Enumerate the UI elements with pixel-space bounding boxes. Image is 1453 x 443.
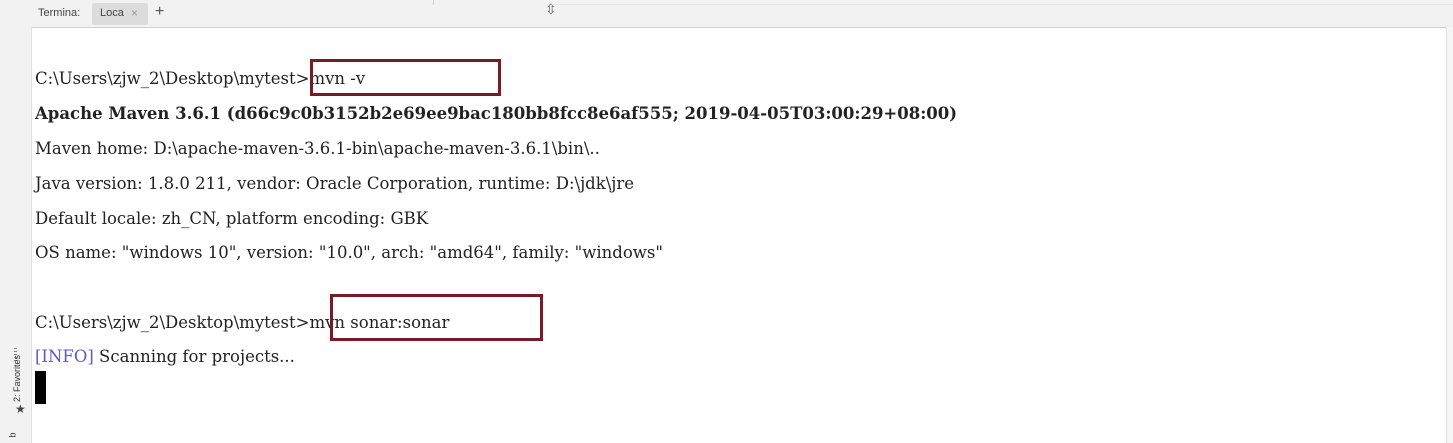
terminal-tab-bar: Termina: Loca × + ⇳ (0, 0, 1453, 28)
highlight-box-mvn-v (310, 59, 501, 96)
resize-cursor-icon: ⇳ (545, 1, 557, 17)
add-icon[interactable]: + (155, 3, 164, 21)
info-text: Scanning for projects... (93, 347, 295, 366)
highlight-box-mvn-sonar (330, 294, 543, 341)
terminal-line: Maven home: D:\apache-maven-3.6.1-bin\ap… (35, 139, 600, 158)
terminal-line: Java version: 1.8.0 211, vendor: Oracle … (35, 174, 635, 193)
tab-local-label[interactable]: Loca (100, 7, 124, 19)
tab-terminal-title: Termina: (38, 7, 81, 19)
terminal-cursor[interactable] (35, 371, 46, 404)
terminal-line: Default locale: zh_CN, platform encoding… (35, 209, 429, 228)
scrollbar[interactable] (1446, 27, 1453, 443)
terminal-line: OS name: "windows 10", version: "10.0", … (35, 243, 663, 262)
info-tag: [INFO] (35, 347, 94, 366)
divider (433, 0, 434, 5)
close-icon[interactable]: × (131, 6, 138, 20)
terminal-line: Apache Maven 3.6.1 (d66c9c0b3152b2e69ee9… (35, 104, 958, 123)
favorites-tool-button[interactable]: 2: Favorites (12, 355, 22, 402)
star-icon[interactable]: ★ (15, 402, 26, 416)
bottom-tool-button[interactable]: b (8, 432, 18, 437)
divider (556, 4, 1453, 5)
terminal-info-line: [INFO] Scanning for projects... (35, 347, 295, 367)
